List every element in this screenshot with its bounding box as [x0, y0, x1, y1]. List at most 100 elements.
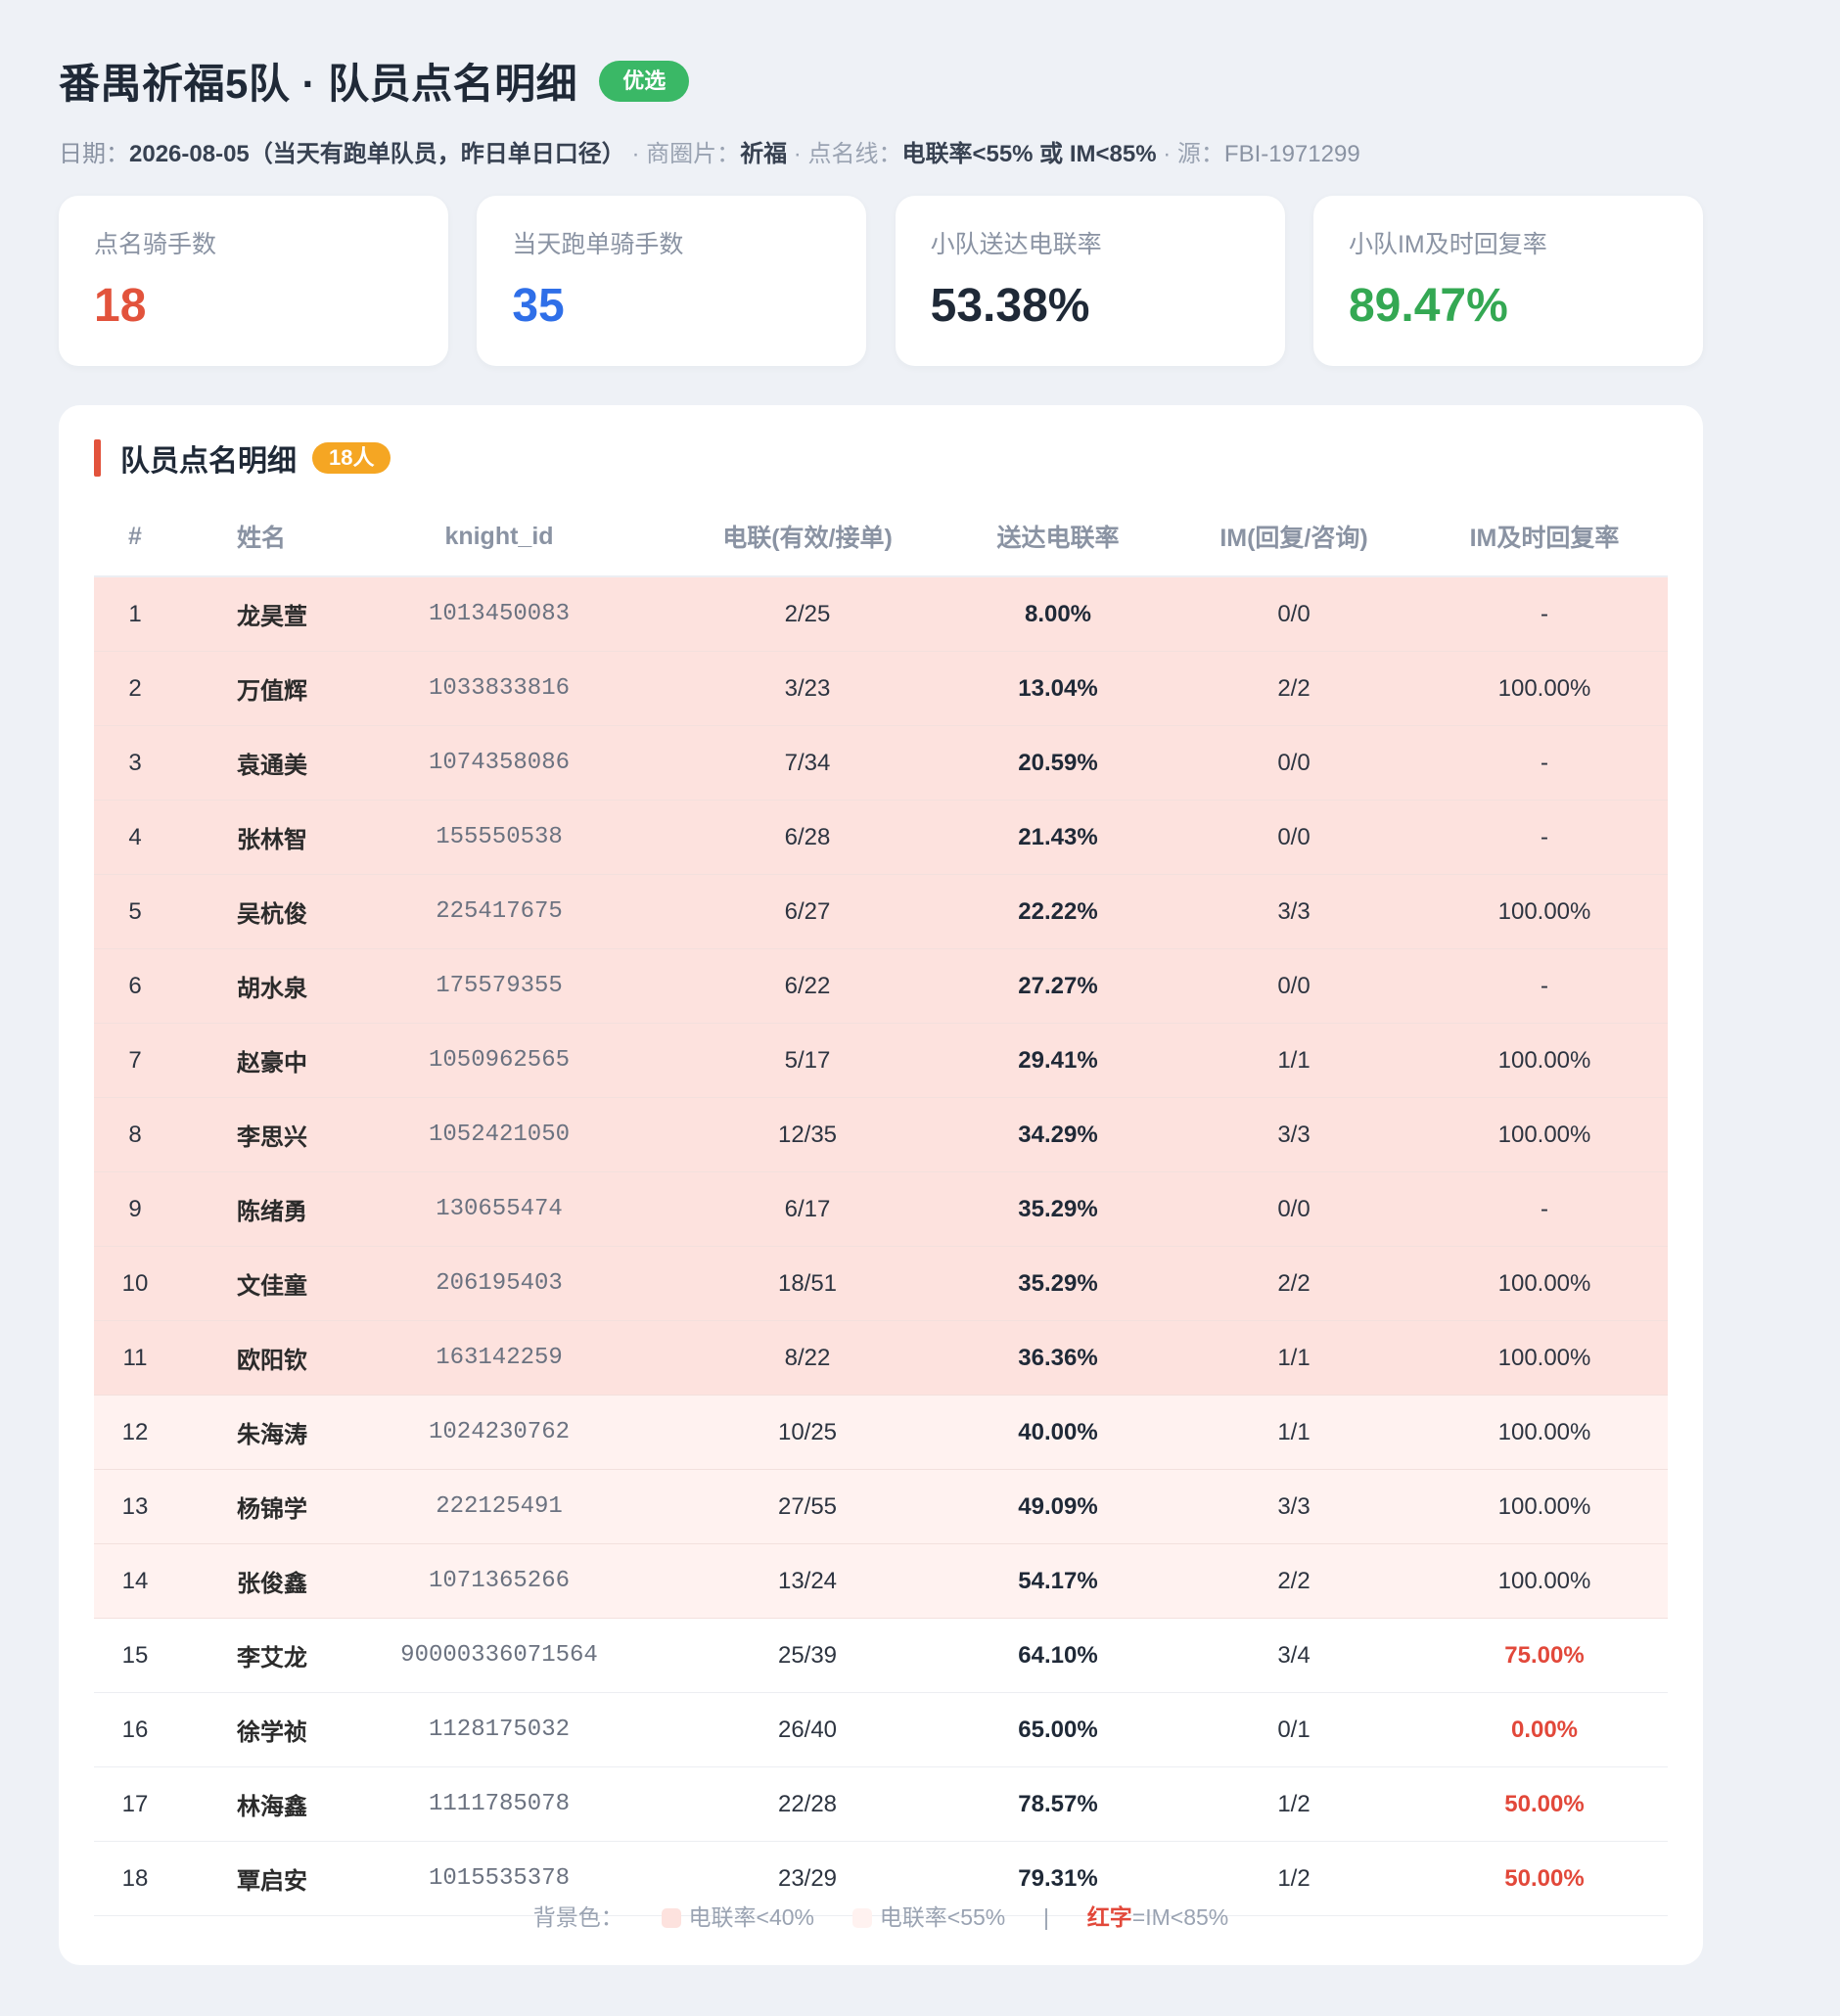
- call-rate: 21.43%: [949, 800, 1167, 875]
- im-rate: 100.00%: [1421, 1246, 1668, 1321]
- row-index: 3: [94, 725, 176, 801]
- row-index: 2: [94, 651, 176, 726]
- source-label: · 源：: [1163, 141, 1224, 167]
- row-index: 10: [94, 1246, 176, 1321]
- stat-label: 当天跑单骑手数: [512, 231, 684, 258]
- row-index: 9: [94, 1171, 176, 1247]
- col-header-im-rate: IM及时回复率: [1421, 497, 1668, 577]
- legend-red-word: 红字: [1086, 1904, 1132, 1930]
- call-count: 8/22: [666, 1320, 949, 1396]
- date-label: 日期：: [59, 141, 129, 167]
- table-row: 11 欧阳钦 163142259 8/22 36.36% 1/1 100.00%: [94, 1320, 1668, 1396]
- knight-id: 130655474: [333, 1171, 666, 1247]
- row-index: 5: [94, 874, 176, 949]
- im-count: 1/2: [1167, 1766, 1421, 1842]
- table-row: 12 朱海涛 1024230762 10/25 40.00% 1/1 100.00%: [94, 1395, 1668, 1470]
- table-row: 14 张俊鑫 1071365266 13/24 54.17% 2/2 100.00%: [94, 1543, 1668, 1619]
- table-row: 3 袁通美 1074358086 7/34 20.59% 0/0-: [94, 725, 1668, 801]
- knight-id: 1033833816: [333, 651, 666, 726]
- call-count: 26/40: [666, 1692, 949, 1767]
- legend-divider: |: [1043, 1904, 1050, 1930]
- stat-cards: 点名骑手数 18 当天跑单骑手数 35 小队送达电联率 53.38% 小队IM及…: [59, 196, 1703, 366]
- row-index: 14: [94, 1543, 176, 1619]
- im-count: 2/2: [1167, 1246, 1421, 1321]
- call-count: 13/24: [666, 1543, 949, 1619]
- im-count: 3/3: [1167, 874, 1421, 949]
- im-rate: 100.00%: [1421, 1023, 1668, 1098]
- rider-name: 李思兴: [176, 1097, 333, 1172]
- call-count: 25/39: [666, 1618, 949, 1693]
- call-count: 22/28: [666, 1766, 949, 1842]
- table-row: 10 文佳童 206195403 18/51 35.29% 2/2 100.00%: [94, 1246, 1668, 1321]
- call-rate: 35.29%: [949, 1246, 1167, 1321]
- row-index: 6: [94, 948, 176, 1024]
- table-row: 17 林海鑫 1111785078 22/28 78.57% 1/2 50.00%: [94, 1766, 1668, 1842]
- call-rate: 20.59%: [949, 725, 1167, 801]
- im-rate: -: [1421, 725, 1668, 801]
- call-count: 6/27: [666, 874, 949, 949]
- stat-card-im-rate: 小队IM及时回复率 89.47%: [1312, 196, 1703, 366]
- stat-label: 小队送达电联率: [930, 231, 1102, 258]
- knight-id: 206195403: [333, 1246, 666, 1321]
- panel-title: 队员点名明细: [120, 445, 297, 478]
- knight-id: 1111785078: [333, 1766, 666, 1842]
- knight-id: 90000336071564: [333, 1618, 666, 1693]
- rider-name: 陈绪勇: [176, 1171, 333, 1247]
- rider-name: 万值辉: [176, 651, 333, 726]
- rider-table: # 姓名 knight_id 电联(有效/接单) 送达电联率 IM(回复/咨询)…: [94, 497, 1668, 1916]
- call-rate: 49.09%: [949, 1469, 1167, 1544]
- call-rate: 40.00%: [949, 1395, 1167, 1470]
- date-value: 2026-08-05（当天有跑单队员，昨日单日口径）: [129, 141, 625, 167]
- im-rate: 100.00%: [1421, 1543, 1668, 1619]
- im-count: 1/1: [1167, 1395, 1421, 1470]
- knight-id: 175579355: [333, 948, 666, 1024]
- legend-prefix: 背景色：: [532, 1904, 623, 1930]
- call-rate: 65.00%: [949, 1692, 1167, 1767]
- knight-id: 1052421050: [333, 1097, 666, 1172]
- row-index: 12: [94, 1395, 176, 1470]
- table-row: 15 李艾龙 90000336071564 25/39 64.10% 3/4 75.00%: [94, 1618, 1668, 1693]
- col-header-calls: 电联(有效/接单): [666, 497, 949, 577]
- call-rate: 78.57%: [949, 1766, 1167, 1842]
- table-header-row: # 姓名 knight_id 电联(有效/接单) 送达电联率 IM(回复/咨询)…: [94, 497, 1668, 577]
- knight-id: 1128175032: [333, 1692, 666, 1767]
- rider-name: 林海鑫: [176, 1766, 333, 1842]
- knight-id: 163142259: [333, 1320, 666, 1396]
- rider-name: 文佳童: [176, 1246, 333, 1321]
- rider-name: 李艾龙: [176, 1618, 333, 1693]
- table-row: 16 徐学祯 1128175032 26/40 65.00% 0/1 0.00%: [94, 1692, 1668, 1767]
- im-count: 1/1: [1167, 1023, 1421, 1098]
- row-index: 17: [94, 1766, 176, 1842]
- detail-panel: 队员点名明细 18人 # 姓名 knight_id 电联(有效/接单) 送达电联…: [59, 405, 1703, 1965]
- call-rate: 35.29%: [949, 1171, 1167, 1247]
- call-rate: 27.27%: [949, 948, 1167, 1024]
- im-rate: 100.00%: [1421, 1395, 1668, 1470]
- rider-name: 欧阳钦: [176, 1320, 333, 1396]
- im-rate: 75.00%: [1421, 1618, 1668, 1693]
- call-rate: 22.22%: [949, 874, 1167, 949]
- im-count: 0/0: [1167, 800, 1421, 875]
- call-count: 18/51: [666, 1246, 949, 1321]
- col-header-index: #: [94, 497, 176, 577]
- col-header-knight-id: knight_id: [333, 497, 666, 577]
- im-count: 0/0: [1167, 1171, 1421, 1247]
- row-index: 4: [94, 800, 176, 875]
- row-index: 7: [94, 1023, 176, 1098]
- call-rate: 64.10%: [949, 1618, 1167, 1693]
- call-rate: 54.17%: [949, 1543, 1167, 1619]
- col-header-name: 姓名: [176, 497, 333, 577]
- table-row: 7 赵豪中 1050962565 5/17 29.41% 1/1 100.00%: [94, 1023, 1668, 1098]
- rider-name: 朱海涛: [176, 1395, 333, 1470]
- stat-label: 小队IM及时回复率: [1348, 231, 1547, 258]
- meta-line: 日期：2026-08-05（当天有跑单队员，昨日单日口径） · 商圈片：祈福 ·…: [59, 134, 1723, 168]
- call-count: 2/25: [666, 576, 949, 652]
- call-count: 10/25: [666, 1395, 949, 1470]
- im-count: 1/1: [1167, 1320, 1421, 1396]
- im-count: 3/3: [1167, 1097, 1421, 1172]
- stat-value: 89.47%: [1348, 280, 1508, 332]
- im-rate: -: [1421, 576, 1668, 652]
- stat-value: 18: [94, 280, 147, 332]
- area-label: · 商圈片：: [631, 141, 741, 167]
- row-index: 13: [94, 1469, 176, 1544]
- rider-name: 胡水泉: [176, 948, 333, 1024]
